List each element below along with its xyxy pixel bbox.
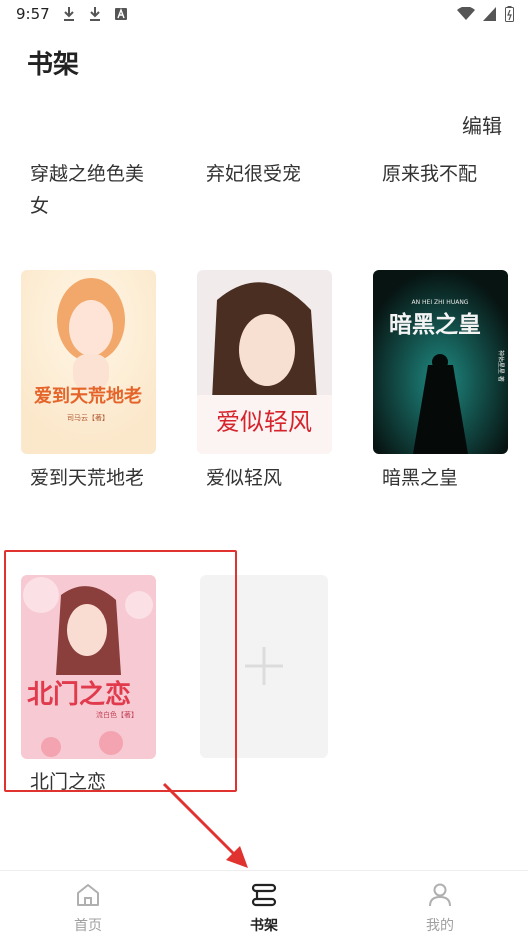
book-title[interactable]: 穿越之绝色美女: [30, 158, 150, 222]
book-cover-art: 爱似轻风: [197, 270, 332, 454]
home-icon: [77, 884, 99, 906]
highlight-box: [4, 550, 237, 792]
page-title: 书架: [27, 50, 80, 80]
book-title[interactable]: 弃妃很受宠: [206, 158, 346, 190]
tab-label: 书架: [250, 918, 278, 934]
status-bar: 9:57: [0, 0, 528, 30]
cover-pinyin-text: AN HEI ZHI HUANG: [412, 299, 469, 306]
cover-title-text: 暗黑之皇: [389, 311, 481, 338]
cover-author-text: 司马云【著】: [67, 413, 109, 422]
wifi-icon: [457, 7, 475, 20]
book-cover-art: 爱到天荒地老 司马云【著】: [21, 270, 156, 454]
book-title[interactable]: 暗黑之皇: [382, 462, 502, 494]
signal-icon: [483, 7, 496, 21]
book-cover[interactable]: AN HEI ZHI HUANG 暗黑之皇 神佑星星 著: [373, 270, 508, 454]
arrow-icon: [162, 782, 248, 868]
cover-author-text: 神佑星星 著: [497, 350, 505, 382]
person-icon: [429, 883, 451, 907]
book-cover-art: AN HEI ZHI HUANG 暗黑之皇 神佑星星 著: [373, 270, 508, 454]
notification-a-icon: [115, 8, 127, 20]
book-title[interactable]: 爱到天荒地老: [30, 462, 150, 494]
bookshelf-icon: [251, 883, 277, 907]
cover-title-text: 爱到天荒地老: [34, 385, 142, 407]
tab-label: 我的: [426, 918, 454, 934]
book-title[interactable]: 爱似轻风: [206, 462, 326, 494]
tab-home[interactable]: 首页: [38, 871, 138, 940]
battery-icon: [505, 6, 514, 22]
edit-button[interactable]: 编辑: [462, 110, 502, 139]
status-time: 9:57: [16, 5, 50, 23]
status-right-icons: [457, 6, 514, 22]
tab-label: 首页: [74, 918, 102, 934]
tab-bookshelf[interactable]: 书架: [214, 871, 314, 940]
download-icon: [90, 7, 100, 21]
bottom-tab-bar: 首页 书架 我的: [0, 870, 528, 940]
book-cover[interactable]: 爱到天荒地老 司马云【著】: [21, 270, 156, 454]
download-icon: [64, 7, 74, 21]
tab-profile[interactable]: 我的: [390, 871, 490, 940]
book-cover[interactable]: 爱似轻风: [197, 270, 332, 454]
book-title[interactable]: 原来我不配: [382, 158, 522, 190]
cover-title-text: 爱似轻风: [216, 408, 312, 436]
